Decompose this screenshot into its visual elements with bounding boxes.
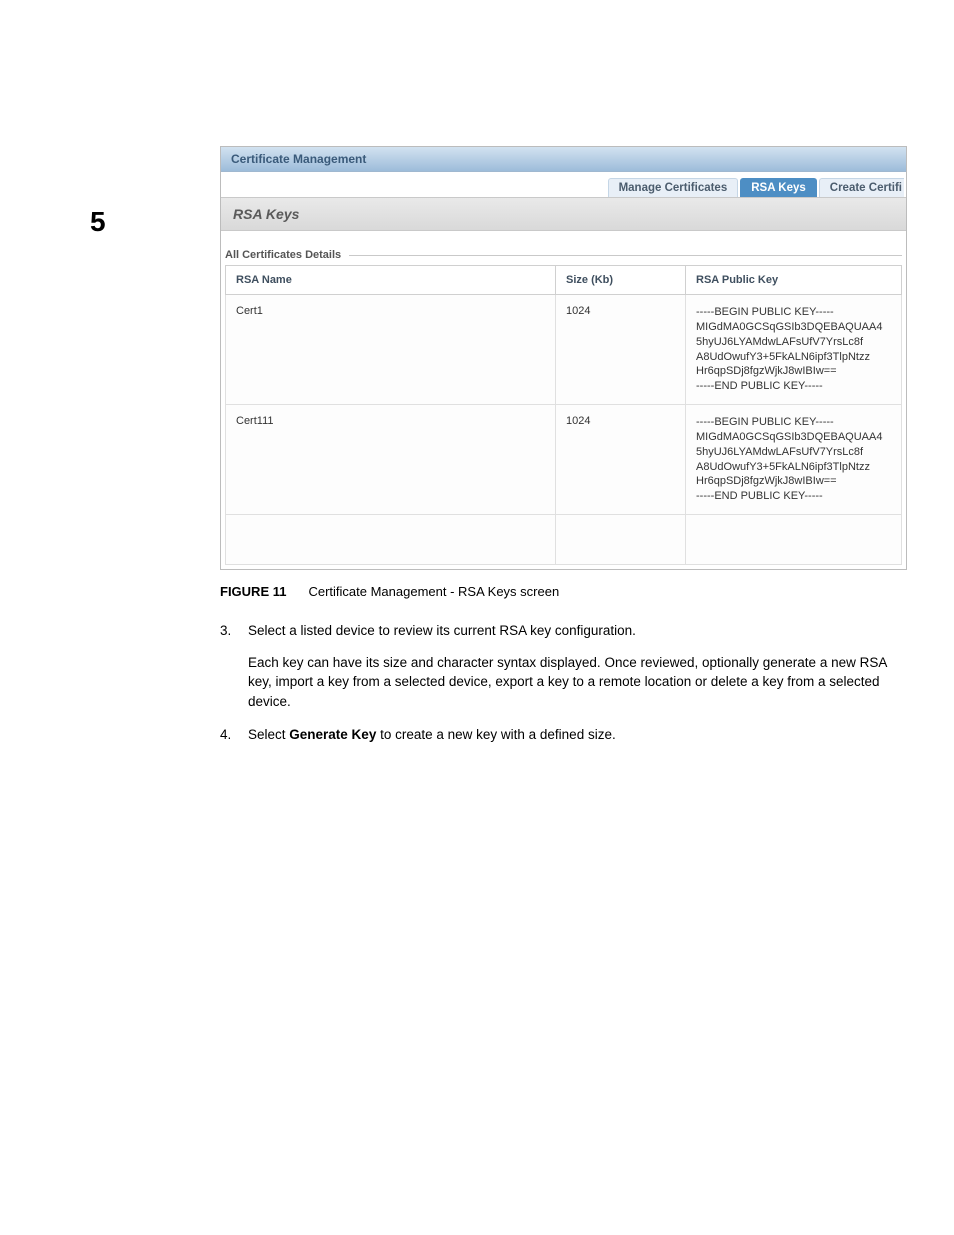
figure-caption: FIGURE 11 Certificate Management - RSA Ke…: [220, 584, 907, 599]
step4-bold: Generate Key: [289, 727, 376, 742]
instruction-list: 3. Select a listed device to review its …: [220, 621, 907, 745]
list-item-3: 3. Select a listed device to review its …: [220, 621, 907, 641]
cell-name: Cert1: [226, 295, 556, 405]
cell-empty: [686, 515, 902, 565]
table-row[interactable]: Cert1 1024 -----BEGIN PUBLIC KEY----- MI…: [226, 295, 902, 405]
step4-prefix: Select: [248, 727, 289, 742]
panel-title: Certificate Management: [221, 147, 906, 172]
list-text: Select Generate Key to create a new key …: [248, 725, 907, 745]
content-area: Certificate Management Manage Certificat…: [220, 146, 907, 745]
cell-public-key: -----BEGIN PUBLIC KEY----- MIGdMA0GCSqGS…: [686, 295, 902, 405]
rsa-keys-table: RSA Name Size (Kb) RSA Public Key Cert1 …: [225, 265, 902, 565]
certificate-management-panel: Certificate Management Manage Certificat…: [220, 146, 907, 570]
tab-rsa-keys[interactable]: RSA Keys: [740, 178, 817, 197]
cell-size: 1024: [556, 405, 686, 515]
fieldset-legend-row: All Certificates Details: [221, 249, 906, 261]
figure-label: FIGURE 11: [220, 584, 286, 599]
tab-create-certificate[interactable]: Create Certifi: [819, 178, 904, 197]
tab-bar: Manage Certificates RSA Keys Create Cert…: [221, 172, 906, 197]
cell-empty: [226, 515, 556, 565]
cell-empty: [556, 515, 686, 565]
certificates-details-fieldset: All Certificates Details RSA Name Size (…: [221, 231, 906, 569]
th-size[interactable]: Size (Kb): [556, 266, 686, 295]
page-number: 5: [90, 206, 106, 238]
fieldset-legend: All Certificates Details: [225, 249, 341, 261]
cell-size: 1024: [556, 295, 686, 405]
list-num: 4.: [220, 725, 248, 745]
th-public-key[interactable]: RSA Public Key: [686, 266, 902, 295]
figure-caption-text: Certificate Management - RSA Keys screen: [308, 584, 559, 599]
list-text: Select a listed device to review its cur…: [248, 621, 907, 641]
subheader-rsa-keys: RSA Keys: [221, 197, 906, 231]
tab-manage-certificates[interactable]: Manage Certificates: [608, 178, 739, 197]
list-item-4: 4. Select Generate Key to create a new k…: [220, 725, 907, 745]
list-num: 3.: [220, 621, 248, 641]
step4-suffix: to create a new key with a defined size.: [376, 727, 615, 742]
table-row-empty: [226, 515, 902, 565]
fieldset-rule: [349, 255, 902, 256]
tabs-spacer: [227, 178, 608, 197]
list-item-3-para: Each key can have its size and character…: [248, 653, 907, 712]
cell-name: Cert111: [226, 405, 556, 515]
table-row[interactable]: Cert111 1024 -----BEGIN PUBLIC KEY----- …: [226, 405, 902, 515]
th-rsa-name[interactable]: RSA Name: [226, 266, 556, 295]
cell-public-key: -----BEGIN PUBLIC KEY----- MIGdMA0GCSqGS…: [686, 405, 902, 515]
table-header-row: RSA Name Size (Kb) RSA Public Key: [226, 266, 902, 295]
